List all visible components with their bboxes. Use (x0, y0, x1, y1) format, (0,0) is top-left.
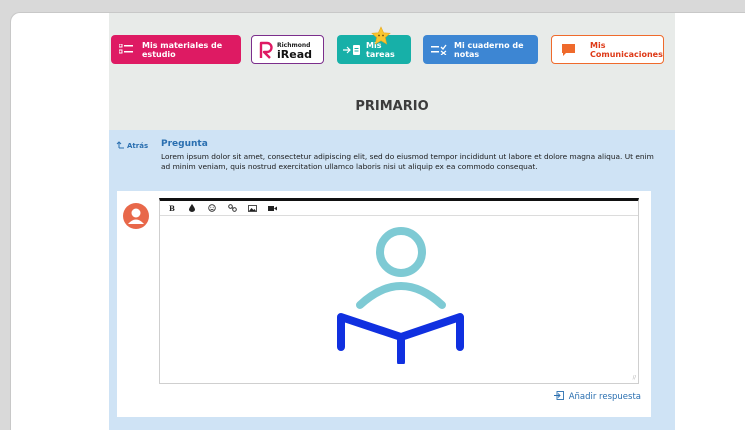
link-icon[interactable] (227, 203, 237, 213)
bold-button[interactable]: B (167, 203, 177, 213)
back-label: Atrás (127, 142, 149, 150)
question-text: Lorem ipsum dolor sit amet, consectetur … (161, 152, 654, 171)
color-drop-icon[interactable] (187, 203, 197, 213)
list-icon (119, 44, 133, 55)
nav-comunicaciones-button[interactable]: Mis Comunicaciones (551, 35, 664, 64)
editor-toolbar: B (160, 201, 638, 216)
chat-bubble-icon (561, 43, 576, 57)
add-reply-button[interactable]: Añadir respuesta (553, 391, 641, 403)
nav-comms-label: Mis Comunicaciones (590, 40, 663, 59)
nav-cuaderno-button[interactable]: Mi cuaderno de notas (423, 35, 538, 64)
question-panel: Atrás Pregunta Lorem ipsum dolor sit ame… (109, 130, 675, 430)
add-reply-label: Añadir respuesta (568, 392, 641, 402)
answer-card: B // Añadir respuesta (117, 191, 651, 417)
rich-text-editor[interactable]: B // (159, 198, 639, 384)
richmond-logo-icon (258, 40, 274, 60)
assignment-icon (342, 44, 362, 56)
back-link[interactable]: Atrás (116, 141, 148, 151)
browser-frame: Mis materiales de estudio Richmond iRead… (10, 12, 745, 430)
page-title: PRIMARIO (355, 99, 429, 114)
iread-bottom-label: iRead (277, 47, 312, 61)
nav-iread-button[interactable]: Richmond iRead (251, 35, 324, 64)
star-badge-icon (371, 26, 391, 47)
notebook-check-icon (431, 44, 447, 55)
top-navigation: Mis materiales de estudio Richmond iRead… (109, 26, 675, 65)
nav-cuaderno-label: Mi cuaderno de notas (454, 40, 524, 59)
add-reply-icon (553, 391, 564, 403)
page: Mis materiales de estudio Richmond iRead… (109, 13, 675, 430)
nav-materials-label: Mis materiales de estudio (142, 40, 223, 59)
resize-grip-icon[interactable]: // (633, 375, 636, 381)
back-arrow-icon (116, 141, 125, 151)
video-icon[interactable] (267, 203, 277, 213)
nav-materials-button[interactable]: Mis materiales de estudio (111, 35, 241, 64)
reading-person-illustration (330, 219, 470, 366)
image-icon[interactable] (247, 203, 257, 213)
emoji-icon[interactable] (207, 203, 217, 213)
question-heading: Pregunta (161, 139, 208, 149)
nav-tareas-button[interactable]: Mis tareas (337, 26, 411, 64)
user-avatar-icon (123, 203, 149, 229)
